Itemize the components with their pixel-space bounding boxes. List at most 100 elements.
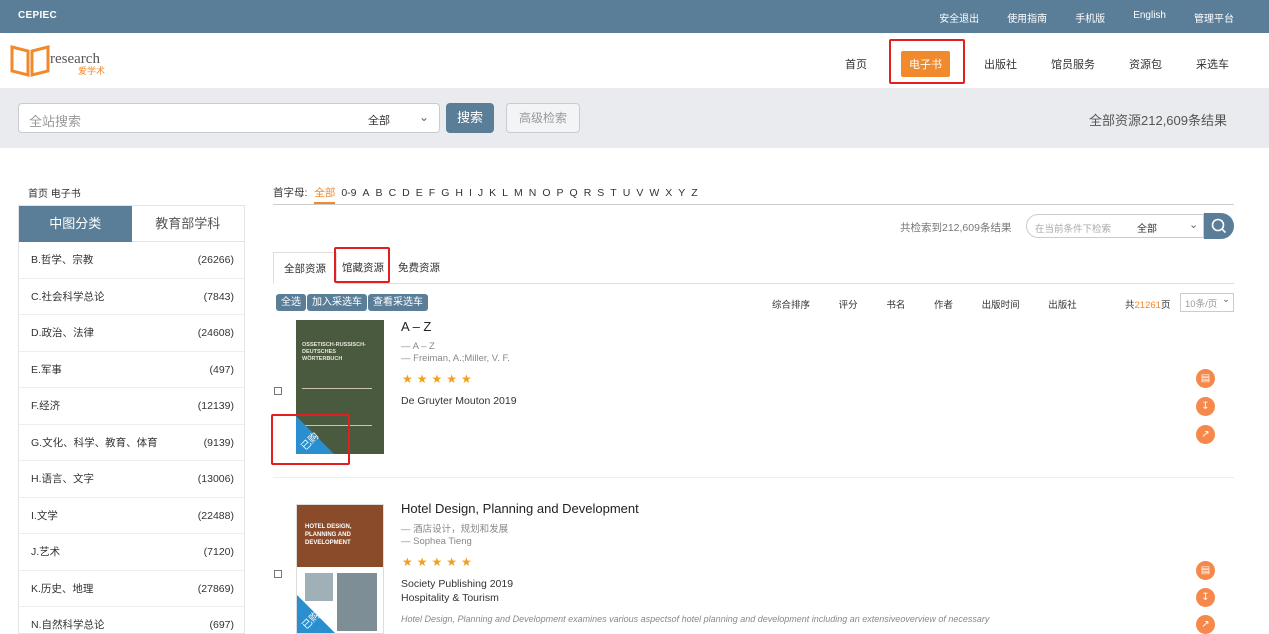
logout-link[interactable]: 安全退出: [939, 10, 979, 25]
sort-author[interactable]: 作者: [934, 300, 953, 311]
guide-link[interactable]: 使用指南: [1007, 10, 1047, 25]
book-title[interactable]: A – Z: [401, 319, 431, 334]
sort-pubdate[interactable]: 出版时间: [982, 300, 1020, 311]
category-item[interactable]: J.艺术 (7120): [19, 534, 244, 571]
category-item[interactable]: K.历史、地理 (27869): [19, 571, 244, 607]
category-item[interactable]: I.文学 (22488): [19, 498, 244, 534]
letter-filter-all[interactable]: 全部: [314, 187, 336, 204]
view-cart-button[interactable]: 查看采选车: [368, 294, 428, 311]
category-item[interactable]: G.文化、科学、教育、体育 (9139): [19, 425, 244, 461]
divider: [273, 477, 1234, 478]
filter-scope-select[interactable]: 全部: [1137, 220, 1157, 235]
letter-filter-0-9[interactable]: 0-9: [341, 187, 356, 199]
category-item[interactable]: N.自然科学总论 (697): [19, 607, 244, 633]
rating-stars: ★★★★★: [402, 372, 476, 386]
advanced-search-button[interactable]: 高级检索: [506, 103, 580, 133]
letter-filter-b[interactable]: B: [376, 187, 383, 199]
letter-filter-e[interactable]: E: [416, 187, 423, 199]
nav-home[interactable]: 首页: [845, 56, 867, 72]
category-item[interactable]: E.军事 (497): [19, 352, 244, 388]
header: research 爱学术 首页 电子书 出版社 馆员服务 资源包 采选车: [0, 33, 1269, 88]
sort-rating[interactable]: 评分: [839, 300, 858, 311]
search-scope-select[interactable]: 全部: [368, 112, 390, 128]
read-online-icon[interactable]: ▤: [1196, 561, 1215, 580]
mobile-link[interactable]: 手机版: [1075, 10, 1105, 25]
letter-filter-v[interactable]: V: [636, 187, 643, 199]
per-page-select[interactable]: 10条/页 ⌄: [1180, 293, 1234, 312]
letter-filter-j[interactable]: J: [478, 187, 483, 199]
category-item[interactable]: H.语言、文字 (13006): [19, 461, 244, 498]
tab-moe-disciplines[interactable]: 教育部学科: [131, 206, 244, 242]
read-online-icon[interactable]: ▤: [1196, 369, 1215, 388]
letter-filter-h[interactable]: H: [455, 187, 463, 199]
letter-filter-s[interactable]: S: [597, 187, 604, 199]
svg-text:爱学术: 爱学术: [78, 65, 105, 77]
purchased-highlight-box: [271, 414, 350, 465]
search-button[interactable]: 搜索: [446, 103, 494, 133]
book-checkbox[interactable]: [274, 570, 282, 578]
tab-all-resources[interactable]: 全部资源: [273, 252, 337, 284]
letter-filter-i[interactable]: I: [469, 187, 472, 199]
letter-filter-z[interactable]: Z: [691, 187, 697, 199]
sort-title[interactable]: 书名: [886, 300, 905, 311]
book-description: Hotel Design, Planning and Development e…: [401, 614, 990, 624]
category-item[interactable]: F.经济 (12139): [19, 388, 244, 425]
nav-librarian-service[interactable]: 馆员服务: [1051, 56, 1095, 72]
share-icon[interactable]: ↗: [1196, 425, 1215, 444]
select-all-button[interactable]: 全选: [276, 294, 306, 311]
category-item[interactable]: B.哲学、宗教 (26266): [19, 242, 244, 279]
research-logo[interactable]: research 爱学术: [10, 43, 120, 77]
letter-filter-c[interactable]: C: [389, 187, 397, 199]
letter-filter-w[interactable]: W: [649, 187, 659, 199]
tab-clc-classification[interactable]: 中图分类: [19, 206, 132, 242]
tab-free-resources[interactable]: 免费资源: [388, 252, 450, 284]
nav-publishers[interactable]: 出版社: [984, 56, 1017, 72]
search-placeholder: 全站搜索: [29, 114, 82, 129]
ebooks-highlight-box: [889, 39, 965, 84]
download-icon[interactable]: ↧: [1196, 397, 1215, 416]
filter-search-button[interactable]: [1204, 213, 1234, 239]
nav-resource-packs[interactable]: 资源包: [1129, 56, 1162, 72]
top-bar: CEPIEC 安全退出 使用指南 手机版 English 管理平台: [0, 0, 1269, 33]
letter-filter-r[interactable]: R: [584, 187, 592, 199]
letter-filter-y[interactable]: Y: [678, 187, 685, 199]
download-icon[interactable]: ↧: [1196, 588, 1215, 607]
book-authors: — Freiman, A.;Miller, V. F.: [401, 353, 510, 364]
total-results: 全部资源212,609条结果: [1089, 113, 1227, 128]
book-publisher: De Gruyter Mouton 2019: [401, 395, 517, 407]
letter-filter-p[interactable]: P: [557, 187, 564, 199]
letter-filter-m[interactable]: M: [514, 187, 523, 199]
book-title[interactable]: Hotel Design, Planning and Development: [401, 501, 639, 516]
letter-filter-n[interactable]: N: [529, 187, 537, 199]
english-link[interactable]: English: [1133, 10, 1166, 25]
resource-tabs: 全部资源 馆藏资源 免费资源: [273, 252, 1234, 284]
letter-filter-x[interactable]: X: [665, 187, 672, 199]
add-to-cart-button[interactable]: 加入采选车: [307, 294, 367, 311]
global-search-input[interactable]: 全站搜索 全部 ⌄: [18, 103, 440, 133]
letter-filter-l[interactable]: L: [502, 187, 508, 199]
letter-filter-g[interactable]: G: [441, 187, 449, 199]
letter-filter-t[interactable]: T: [610, 187, 616, 199]
breadcrumb: 首页 电子书: [28, 189, 81, 200]
nav-selection-cart[interactable]: 采选车: [1196, 56, 1229, 72]
category-item[interactable]: C.社会科学总论 (7843): [19, 279, 244, 315]
chevron-down-icon[interactable]: ⌄: [419, 110, 429, 124]
sort-default[interactable]: 综合排序: [772, 300, 810, 311]
letter-filter-f[interactable]: F: [429, 187, 435, 199]
share-icon[interactable]: ↗: [1196, 615, 1215, 634]
letter-filter-a[interactable]: A: [363, 187, 370, 199]
admin-link[interactable]: 管理平台: [1194, 10, 1234, 25]
initial-letter-filter: 首字母: 全部 0-9 A B C D E F G H I J K L M N O P Q R S T U V W X Y Z: [273, 185, 1234, 205]
letter-filter-o[interactable]: O: [542, 187, 550, 199]
main-nav: 首页 电子书 出版社 馆员服务 资源包 采选车: [811, 51, 1229, 77]
letter-filter-u[interactable]: U: [623, 187, 631, 199]
category-item[interactable]: D.政治、法律 (24608): [19, 315, 244, 352]
chevron-down-icon[interactable]: ⌄: [1189, 218, 1198, 231]
sort-publisher[interactable]: 出版社: [1048, 300, 1077, 311]
filter-search-input[interactable]: 在当前条件下检索 全部 ⌄: [1026, 214, 1204, 238]
book-cover[interactable]: HOTEL DESIGN, PLANNING AND DEVELOPMENT 已…: [296, 504, 384, 634]
letter-filter-q[interactable]: Q: [570, 187, 578, 199]
letter-filter-k[interactable]: K: [489, 187, 496, 199]
book-checkbox[interactable]: [274, 387, 282, 395]
letter-filter-d[interactable]: D: [402, 187, 410, 199]
